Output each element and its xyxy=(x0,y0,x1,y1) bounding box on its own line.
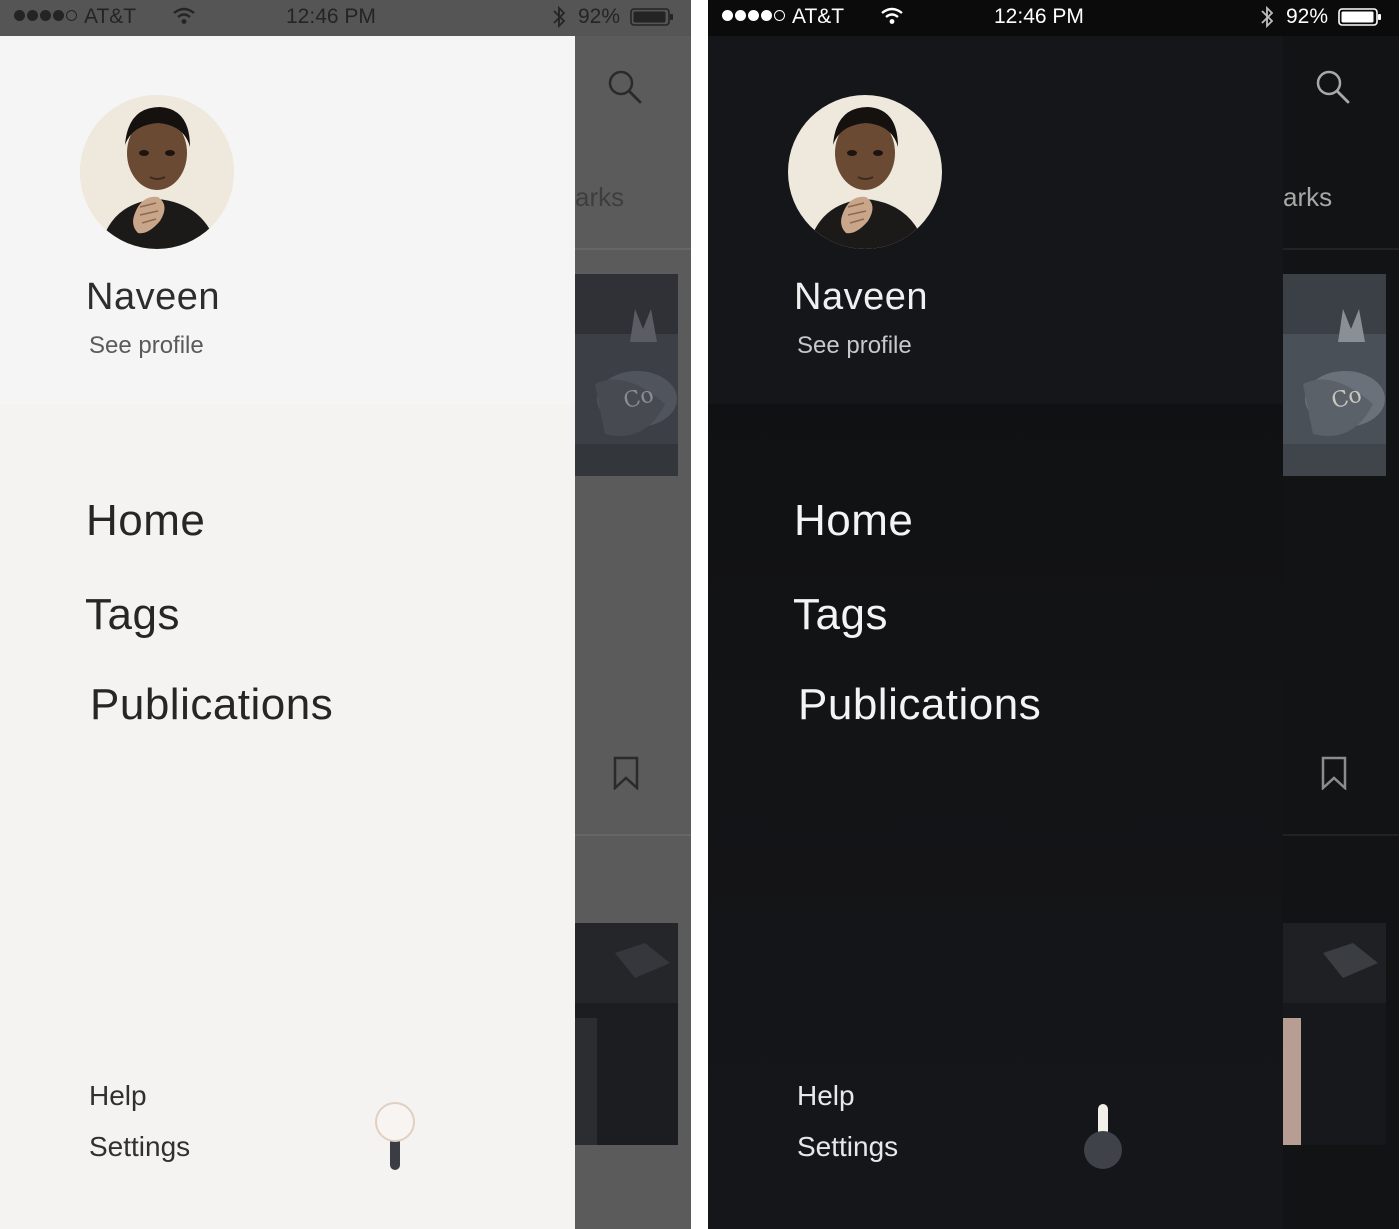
nav-item-home[interactable]: Home xyxy=(794,496,913,546)
clock: 12:46 PM xyxy=(994,5,1084,28)
nav-item-publications[interactable]: Publications xyxy=(798,680,1041,730)
help-link[interactable]: Help xyxy=(797,1080,855,1112)
background-app: arks Co xyxy=(575,36,691,1229)
search-icon[interactable] xyxy=(1315,69,1351,105)
clock: 12:46 PM xyxy=(286,5,376,28)
avatar[interactable] xyxy=(80,95,234,249)
nav-item-tags[interactable]: Tags xyxy=(793,590,888,640)
see-profile-link[interactable]: See profile xyxy=(797,332,912,360)
bookmark-icon[interactable] xyxy=(1320,756,1348,790)
signal-dots-icon xyxy=(722,10,785,21)
wifi-icon xyxy=(173,7,195,24)
tab-bookmarks-partial[interactable]: arks xyxy=(575,182,624,213)
settings-link[interactable]: Settings xyxy=(797,1131,898,1163)
see-profile-link[interactable]: See profile xyxy=(89,332,204,360)
battery-icon xyxy=(1338,8,1381,26)
search-icon[interactable] xyxy=(607,69,643,105)
drawer-header: Naveen See profile xyxy=(708,36,1283,404)
background-app: arks Co xyxy=(1283,36,1399,1229)
battery-icon xyxy=(630,8,673,26)
user-name: Naveen xyxy=(86,276,220,318)
carrier-label: AT&T xyxy=(792,5,845,28)
battery-percent: 92% xyxy=(578,5,621,28)
bluetooth-icon xyxy=(553,5,566,29)
article-image[interactable]: Co xyxy=(1283,274,1386,476)
divider xyxy=(1283,248,1399,250)
settings-link[interactable]: Settings xyxy=(89,1131,190,1163)
article-image[interactable] xyxy=(575,923,678,1145)
navigation-drawer: Naveen See profile Home Tags Publication… xyxy=(0,36,575,1229)
carrier-label: AT&T xyxy=(84,5,137,28)
theme-switch-icon[interactable] xyxy=(370,1098,420,1174)
article-image[interactable]: Co xyxy=(575,274,678,476)
theme-switch-icon[interactable] xyxy=(1078,1098,1128,1174)
nav-item-home[interactable]: Home xyxy=(86,496,205,546)
nav-item-tags[interactable]: Tags xyxy=(85,590,180,640)
nav-item-publications[interactable]: Publications xyxy=(90,680,333,730)
dark-theme-screen: AT&T 12:46 PM 92% arks Co Naveen See pro… xyxy=(708,0,1399,1229)
avatar[interactable] xyxy=(788,95,942,249)
status-bar: AT&T 12:46 PM 92% xyxy=(708,0,1399,36)
signal-dots-icon xyxy=(14,10,77,21)
article-image[interactable] xyxy=(1283,923,1386,1145)
wifi-icon xyxy=(881,7,903,24)
battery-percent: 92% xyxy=(1286,5,1329,28)
drawer-header: Naveen See profile xyxy=(0,36,575,404)
status-bar: AT&T 12:46 PM 92% xyxy=(0,0,691,36)
bluetooth-icon xyxy=(1261,5,1274,29)
navigation-drawer: Naveen See profile Home Tags Publication… xyxy=(708,36,1283,1229)
tab-bookmarks-partial[interactable]: arks xyxy=(1283,182,1332,213)
light-theme-screen: AT&T 12:46 PM 92% arks Co Naveen See pro… xyxy=(0,0,691,1229)
divider xyxy=(575,248,691,250)
help-link[interactable]: Help xyxy=(89,1080,147,1112)
bookmark-icon[interactable] xyxy=(612,756,640,790)
user-name: Naveen xyxy=(794,276,928,318)
divider xyxy=(1283,834,1399,836)
divider xyxy=(575,834,691,836)
